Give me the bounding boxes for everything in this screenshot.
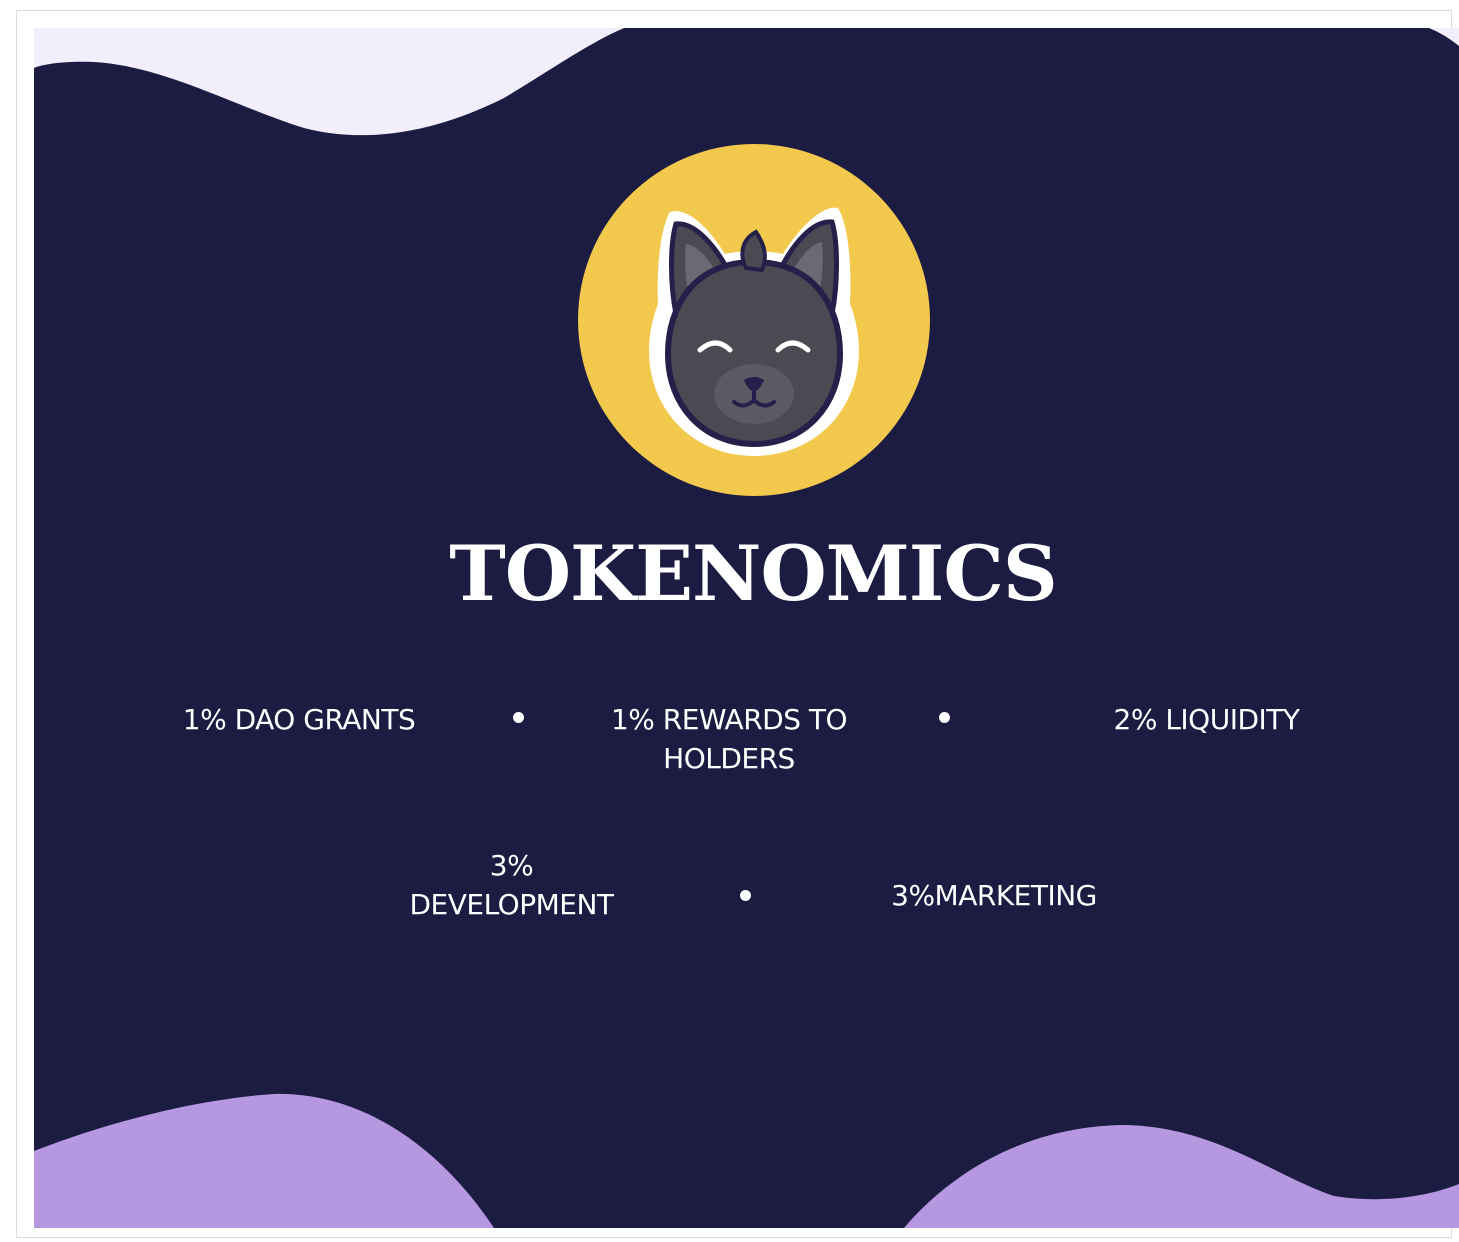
allocation-dao-grants: 1% DAO GRANTS bbox=[182, 703, 416, 736]
bottom-left-wave bbox=[34, 1093, 494, 1228]
bullet-dot bbox=[740, 890, 751, 901]
allocation-development: 3% DEVELOPMENT bbox=[409, 849, 614, 921]
top-right-corner-wave bbox=[1429, 28, 1459, 46]
allocation-liquidity: 2% LIQUIDITY bbox=[1113, 703, 1301, 736]
bullet-dot bbox=[513, 712, 524, 723]
cat-head-icon bbox=[578, 144, 930, 496]
allocation-rewards-to-holders: 1% REWARDS TO HOLDERS bbox=[610, 703, 848, 775]
page-title: TOKENOMICS bbox=[449, 529, 1057, 618]
bullet-dot bbox=[939, 712, 950, 723]
top-wave bbox=[34, 28, 624, 136]
tokenomics-slide: TOKENOMICS 1% DAO GRANTS 1% REWARDS TO H… bbox=[34, 28, 1459, 1228]
allocation-marketing: 3%MARKETING bbox=[891, 879, 1097, 912]
logo bbox=[578, 144, 930, 496]
bottom-right-wave bbox=[904, 1125, 1459, 1228]
